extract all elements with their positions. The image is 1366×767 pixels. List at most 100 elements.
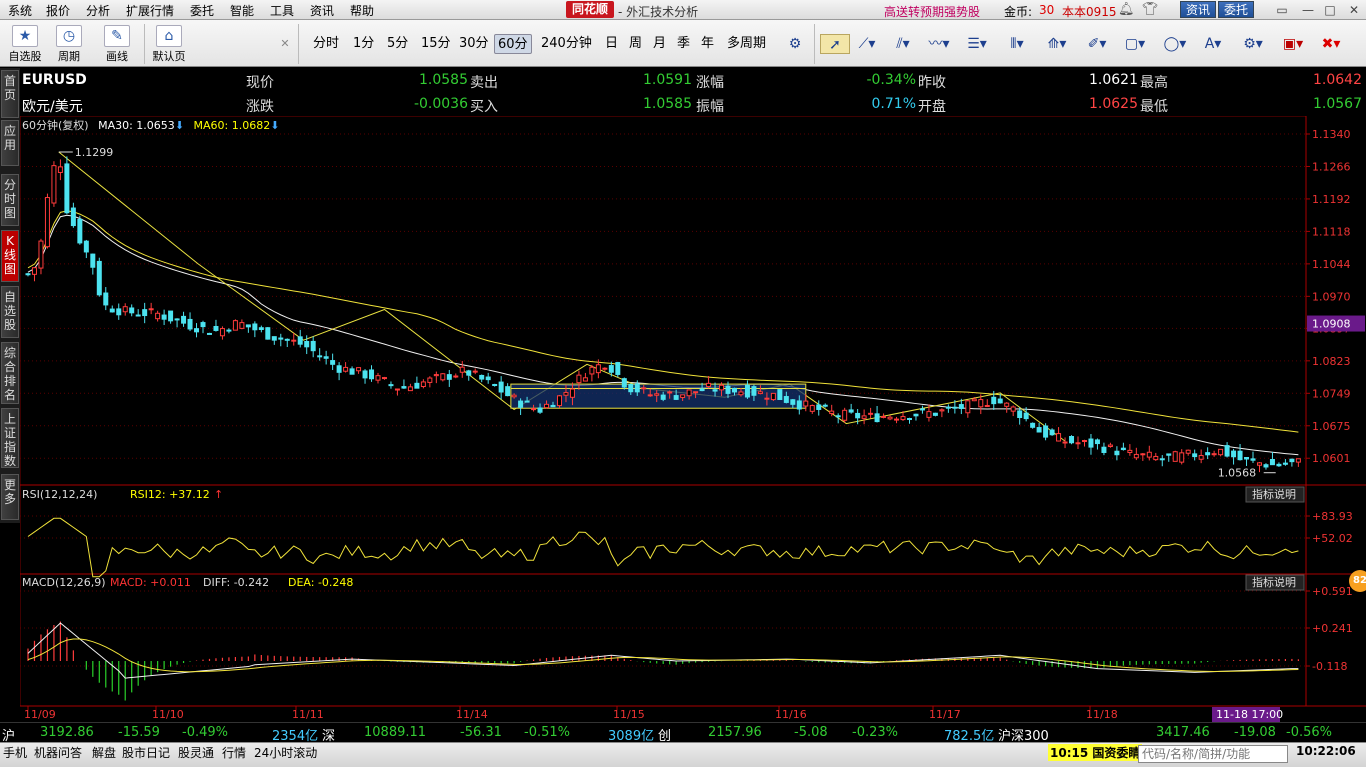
period-month[interactable]: 月 (650, 34, 669, 54)
floating-badge[interactable]: 82 (1349, 570, 1366, 592)
quote-panel: EURUSD 欧元/美元 现价 涨跌 1.0585 -0.0036 卖出 买入 … (20, 68, 1366, 116)
candle-body (51, 165, 57, 204)
period-week[interactable]: 周 (626, 34, 645, 54)
line-tool-icon[interactable]: ⟋▾ (852, 34, 882, 54)
menu-analysis[interactable]: 分析 (86, 2, 110, 19)
candle-body (1081, 440, 1087, 443)
menu-news[interactable]: 资讯 (310, 2, 334, 19)
period-year[interactable]: 年 (698, 34, 717, 54)
rsi-help-label: 指标说明 (1252, 487, 1296, 501)
restore-icon[interactable]: ▭ (1272, 2, 1292, 18)
index-status-bar: 沪 3192.86 -15.59 -0.49% 2354亿 深 10889.11… (0, 722, 1366, 744)
diff-value: DIFF: -0.242 (203, 576, 269, 589)
tab-home[interactable]: 首页 (1, 70, 19, 118)
candle-body (1114, 450, 1120, 456)
candle-body (258, 327, 264, 330)
task-market-read[interactable]: 解盘 (92, 744, 116, 761)
period-tool[interactable]: ◷ 周期 (50, 23, 88, 65)
range-box (510, 383, 807, 409)
period-day[interactable]: 日 (602, 34, 621, 54)
candle-body (997, 398, 1003, 404)
menu-trade[interactable]: 委托 (190, 2, 214, 19)
value-high: 1.0642 (1313, 72, 1362, 88)
period-5m[interactable]: 5分 (384, 34, 411, 54)
candle-body (751, 386, 757, 396)
tab-kline[interactable]: K线图 (1, 230, 19, 282)
draw-settings-icon[interactable]: ⚙▾ (1238, 34, 1268, 54)
rect-tool-icon[interactable]: ▢▾ (1120, 34, 1150, 54)
candle-body (712, 389, 718, 392)
candle-body (569, 388, 575, 398)
period-15m[interactable]: 15分 (418, 34, 454, 54)
candle-body (615, 362, 621, 375)
candle-body (278, 337, 284, 340)
tab-sh-index[interactable]: 上证指数 (1, 408, 19, 468)
period-60m[interactable]: 60分 (494, 34, 532, 54)
candle-body (706, 382, 712, 388)
search-input[interactable] (1138, 745, 1288, 763)
period-30m[interactable]: 30分 (456, 34, 492, 54)
tab-timeshare[interactable]: 分时图 (1, 174, 19, 226)
candle-body (155, 312, 161, 320)
news-button[interactable]: 资讯 (1180, 1, 1217, 18)
kline-chart[interactable]: RSI(12,12,24) RSI12: +37.12 ↑ 指标说明 +83.93 +52… (20, 116, 1366, 722)
value-low: 1.0567 (1313, 96, 1362, 112)
close-icon[interactable]: ✕ (1344, 2, 1364, 18)
task-diary[interactable]: 股市日记 (122, 744, 170, 761)
ellipse-tool-icon[interactable]: ◯▾ (1160, 34, 1190, 54)
period-season[interactable]: 季 (674, 34, 693, 54)
task-stock-link[interactable]: 股灵通 (178, 744, 214, 761)
candle-body (226, 329, 232, 332)
maximize-icon[interactable]: □ (1320, 2, 1340, 18)
candle-body (129, 307, 135, 314)
shirt-icon[interactable]: 👕︎ (1142, 2, 1159, 18)
trade-button[interactable]: 委托 (1218, 1, 1255, 18)
tab-more[interactable]: 更多 (1, 474, 19, 520)
menu-system[interactable]: 系统 (8, 2, 32, 19)
date-tick-label: 11/16 (775, 708, 807, 721)
value-sell: 1.0591 (643, 72, 692, 88)
delete-drawing-icon[interactable]: ✖▾ (1316, 34, 1346, 54)
channel-tool-icon[interactable]: ⟰▾ (1042, 34, 1072, 54)
label-change: 涨跌 (246, 99, 274, 115)
draw-tool[interactable]: ✎ 画线 (98, 23, 136, 65)
pointer-icon[interactable]: ➚ (820, 34, 850, 54)
tab-apps[interactable]: 应用 (1, 120, 19, 166)
default-page-tool[interactable]: ⌂ 默认页 (150, 23, 188, 65)
menu-quote[interactable]: 报价 (46, 2, 70, 19)
period-1m[interactable]: 1分 (350, 34, 377, 54)
collapse-icon[interactable]: ✕ (278, 34, 292, 54)
wave-tool-icon[interactable]: 〰▾ (924, 34, 954, 54)
promo-link[interactable]: 高送转预期强势股 (884, 3, 980, 20)
pen-tool-icon[interactable]: ✐▾ (1082, 34, 1112, 54)
period-timeshare[interactable]: 分时 (310, 34, 342, 54)
fib-tool-icon[interactable]: ☰▾ (962, 34, 992, 54)
task-quote[interactable]: 行情 (222, 744, 246, 761)
menu-extended[interactable]: 扩展行情 (126, 2, 174, 19)
save-drawing-icon[interactable]: ▣▾ (1278, 34, 1308, 54)
candle-body (667, 391, 673, 394)
task-robot-qa[interactable]: 机器问答 (34, 744, 82, 761)
bell-icon[interactable]: 🔔︎ (1118, 2, 1135, 18)
news-ticker[interactable]: 10:15 国资委睛 (1048, 744, 1143, 761)
menu-tools[interactable]: 工具 (270, 2, 294, 19)
tab-ranking[interactable]: 综合排名 (1, 342, 19, 404)
settings-gear-icon[interactable]: ⚙ (780, 34, 810, 54)
minimize-icon[interactable]: — (1298, 2, 1318, 18)
period-240m[interactable]: 240分钟 (538, 34, 595, 54)
period-label: 60分钟(复权) (22, 119, 89, 132)
period-multi[interactable]: 多周期 (724, 34, 769, 54)
menu-help[interactable]: 帮助 (350, 2, 374, 19)
task-mobile[interactable]: 手机 (3, 744, 27, 761)
tab-watchlist[interactable]: 自选股 (1, 286, 19, 338)
candle-body (1010, 406, 1016, 412)
parallel-line-icon[interactable]: ⫽▾ (888, 34, 918, 54)
bars-tool-icon[interactable]: ⦀▾ (1002, 34, 1032, 54)
text-tool-icon[interactable]: A▾ (1198, 34, 1228, 54)
watchlist-tool[interactable]: ★ 自选股 (6, 23, 44, 65)
candle-body (388, 384, 394, 387)
candle-body (135, 314, 141, 317)
task-24h-scroll[interactable]: 24小时滚动 (254, 744, 317, 761)
candle-body (1017, 410, 1023, 419)
menu-smart[interactable]: 智能 (230, 2, 254, 19)
